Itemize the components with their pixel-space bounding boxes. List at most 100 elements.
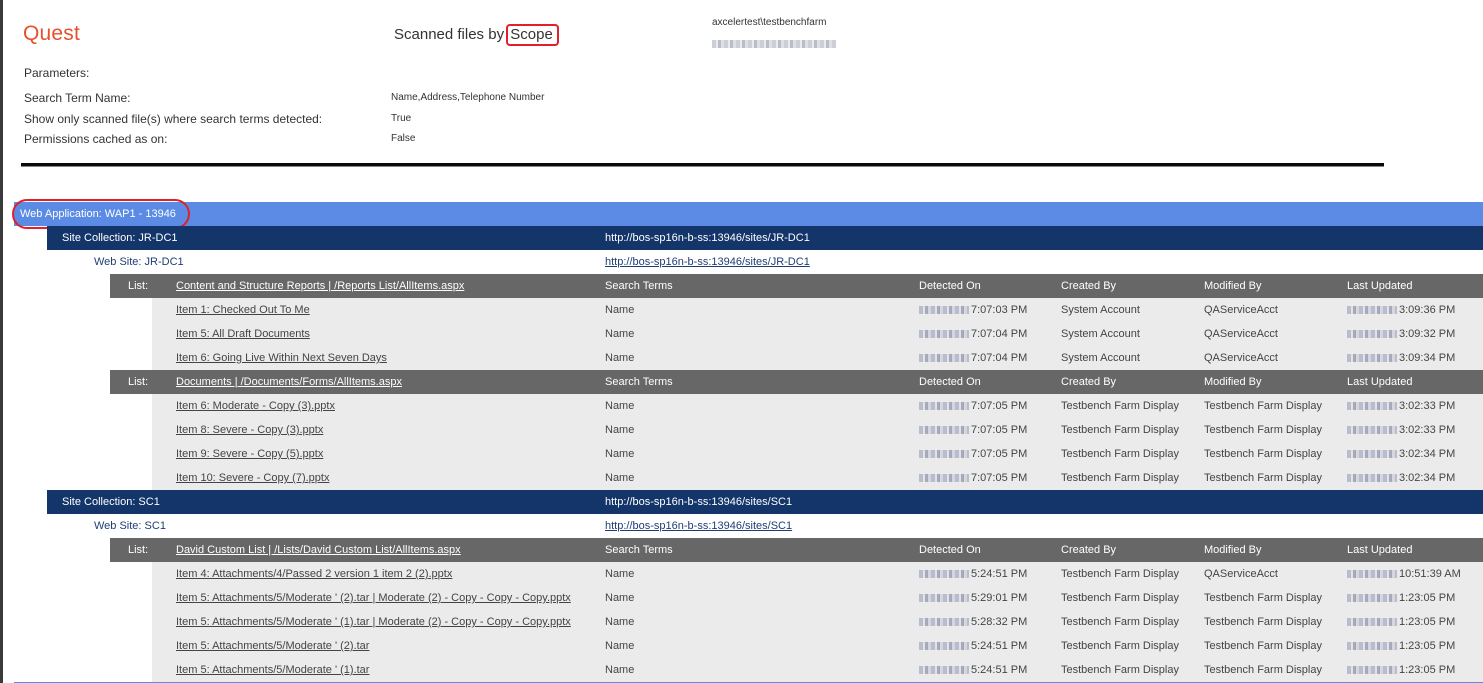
item-last-updated-time: 3:02:34 PM (1399, 448, 1456, 460)
column-header-detected-on: Detected On (919, 280, 981, 292)
param-show-only-detected-value: True (391, 113, 412, 124)
window-frame-edge (0, 0, 3, 683)
blurred-date (1347, 618, 1397, 627)
item-search-terms: Name (605, 616, 635, 628)
blurred-date (1347, 306, 1397, 315)
blurred-date (919, 618, 969, 627)
item-detected-time: 7:07:05 PM (971, 424, 1028, 436)
item-modified-by: Testbench Farm Display (1204, 472, 1322, 484)
column-header-detected-on: Detected On (919, 544, 981, 556)
item-link[interactable]: Item 6: Moderate - Copy (3).pptx (176, 394, 335, 418)
item-row: Item 6: Moderate - Copy (3).pptx Name 7:07… (152, 394, 1483, 418)
blurred-date (919, 450, 969, 459)
web-site-label: Web Site: JR-DC1 (94, 256, 184, 268)
item-last-updated: 3:09:32 PM (1347, 322, 1455, 346)
item-last-updated-time: 3:02:33 PM (1399, 400, 1456, 412)
web-site-link[interactable]: http://bos-sp16n-b-ss:13946/sites/JR-DC1 (605, 250, 810, 274)
blurred-date (1347, 642, 1397, 651)
site-collection-label: Site Collection: SC1 (62, 496, 160, 508)
item-detected-time: 5:28:32 PM (971, 616, 1028, 628)
blurred-date (919, 306, 969, 315)
item-row: Item 5: Attachments/5/Moderate ' (2).tar… (152, 586, 1483, 610)
blurred-date (919, 594, 969, 603)
item-last-updated: 3:02:34 PM (1347, 466, 1455, 490)
item-row: Item 5: Attachments/5/Moderate ' (1).tar… (152, 658, 1483, 682)
item-link[interactable]: Item 10: Severe - Copy (7).pptx (176, 466, 329, 490)
item-last-updated-time: 1:23:05 PM (1399, 616, 1456, 628)
param-permissions-cached-value: False (391, 133, 416, 144)
item-detected-on: 5:28:32 PM (919, 610, 1027, 634)
item-last-updated: 10:51:39 AM (1347, 562, 1461, 586)
quest-logo: Quest (23, 22, 81, 45)
item-last-updated: 1:23:05 PM (1347, 610, 1455, 634)
blurred-date (919, 474, 969, 483)
item-search-terms: Name (605, 472, 635, 484)
report-generated-timestamp-blurred (712, 40, 836, 48)
item-link[interactable]: Item 6: Going Live Within Next Seven Day… (176, 346, 387, 370)
blurred-date (919, 570, 969, 579)
item-detected-time: 5:24:51 PM (971, 664, 1028, 676)
column-header-last-updated: Last Updated (1347, 280, 1413, 292)
blurred-date (1347, 474, 1397, 483)
item-created-by: Testbench Farm Display (1061, 448, 1179, 460)
report-title: Scanned files by Scope (394, 24, 559, 46)
blurred-date (919, 426, 969, 435)
item-detected-on: 5:24:51 PM (919, 634, 1027, 658)
item-detected-on: 5:24:51 PM (919, 562, 1027, 586)
item-modified-by: QAServiceAcct (1204, 352, 1278, 364)
report-title-prefix: Scanned files by (394, 26, 505, 43)
item-link[interactable]: Item 4: Attachments/4/Passed 2 version 1… (176, 562, 452, 586)
item-link[interactable]: Item 5: Attachments/5/Moderate ' (2).tar… (176, 586, 571, 610)
list-link[interactable]: Content and Structure Reports | /Reports… (176, 274, 464, 298)
param-show-only-detected-label: Show only scanned file(s) where search t… (24, 112, 323, 126)
item-created-by: Testbench Farm Display (1061, 400, 1179, 412)
list-label: List: (128, 544, 149, 556)
item-detected-time: 7:07:05 PM (971, 448, 1028, 460)
item-link[interactable]: Item 9: Severe - Copy (5).pptx (176, 442, 323, 466)
param-search-term-name-value: Name,Address,Telephone Number (391, 92, 545, 103)
list-header-row: List: Content and Structure Reports | /Re… (110, 274, 1483, 298)
item-detected-on: 7:07:04 PM (919, 322, 1027, 346)
item-detected-on: 7:07:03 PM (919, 298, 1027, 322)
item-last-updated: 1:23:05 PM (1347, 658, 1455, 682)
item-row: Item 6: Going Live Within Next Seven Day… (152, 346, 1483, 370)
parameters-label: Parameters: (24, 66, 90, 80)
item-created-by: Testbench Farm Display (1061, 424, 1179, 436)
item-link[interactable]: Item 5: All Draft Documents (176, 322, 310, 346)
item-link[interactable]: Item 5: Attachments/5/Moderate ' (1).tar… (176, 610, 571, 634)
web-application-row: Web Application: WAP1 - 13946 (12, 199, 1483, 229)
list-link[interactable]: David Custom List | /Lists/David Custom … (176, 538, 461, 562)
web-site-link[interactable]: http://bos-sp16n-b-ss:13946/sites/SC1 (605, 514, 792, 538)
item-link[interactable]: Item 1: Checked Out To Me (176, 298, 310, 322)
item-last-updated-time: 3:09:34 PM (1399, 352, 1456, 364)
item-created-by: Testbench Farm Display (1061, 568, 1179, 580)
blurred-date (1347, 666, 1397, 675)
blurred-date (919, 354, 969, 363)
item-link[interactable]: Item 5: Attachments/5/Moderate ' (2).tar (176, 634, 369, 658)
item-last-updated: 3:02:33 PM (1347, 394, 1455, 418)
param-search-term-name-label: Search Term Name: (24, 91, 131, 105)
item-modified-by: QAServiceAcct (1204, 304, 1278, 316)
item-last-updated: 1:23:05 PM (1347, 634, 1455, 658)
header-divider (21, 163, 1384, 167)
column-header-modified-by: Modified By (1204, 544, 1262, 556)
item-modified-by: Testbench Farm Display (1204, 400, 1322, 412)
list-link[interactable]: Documents | /Documents/Forms/AllItems.as… (176, 370, 402, 394)
item-created-by: Testbench Farm Display (1061, 472, 1179, 484)
item-last-updated-time: 3:09:32 PM (1399, 328, 1456, 340)
item-last-updated-time: 3:02:34 PM (1399, 472, 1456, 484)
item-detected-on: 7:07:05 PM (919, 394, 1027, 418)
item-modified-by: Testbench Farm Display (1204, 640, 1322, 652)
item-search-terms: Name (605, 664, 635, 676)
blurred-date (919, 330, 969, 339)
blurred-date (919, 402, 969, 411)
item-detected-time: 5:24:51 PM (971, 640, 1028, 652)
item-last-updated-time: 10:51:39 AM (1399, 568, 1461, 580)
item-modified-by: QAServiceAcct (1204, 568, 1278, 580)
site-collection-row: Site Collection: JR-DC1 http://bos-sp16n-… (47, 226, 1483, 250)
item-link[interactable]: Item 8: Severe - Copy (3).pptx (176, 418, 323, 442)
item-last-updated: 3:09:36 PM (1347, 298, 1455, 322)
column-header-modified-by: Modified By (1204, 376, 1262, 388)
item-created-by: System Account (1061, 304, 1140, 316)
item-link[interactable]: Item 5: Attachments/5/Moderate ' (1).tar (176, 658, 369, 682)
